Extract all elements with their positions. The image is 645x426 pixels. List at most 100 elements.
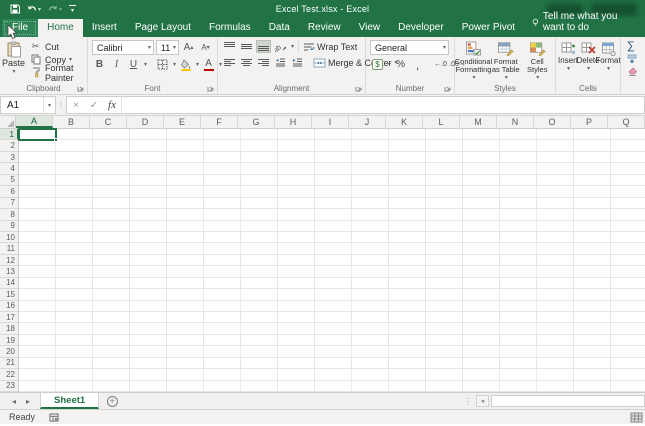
cell[interactable] [463, 129, 500, 141]
column-header-b[interactable]: B [53, 116, 90, 128]
underline-caret-icon[interactable]: ▾ [144, 61, 147, 68]
cell[interactable] [352, 231, 389, 244]
cell[interactable] [167, 312, 204, 324]
cell[interactable] [93, 174, 130, 187]
accounting-caret-icon[interactable]: ▾ [388, 61, 391, 68]
cell[interactable] [463, 174, 500, 187]
row-header-11[interactable]: 11 [0, 243, 19, 255]
insert-cells-button[interactable]: Insert ▾ [558, 40, 578, 82]
cell[interactable] [611, 129, 645, 141]
cell[interactable] [19, 323, 56, 335]
cell[interactable] [167, 129, 204, 141]
cell[interactable] [426, 266, 463, 278]
cell[interactable] [278, 254, 315, 267]
cell[interactable] [315, 129, 352, 141]
name-box-caret-icon[interactable]: ▾ [42, 97, 55, 113]
cell[interactable] [611, 174, 645, 187]
cell[interactable] [19, 277, 56, 290]
increase-indent-button[interactable] [290, 56, 305, 69]
cell[interactable] [56, 151, 93, 164]
cell[interactable] [278, 300, 315, 312]
cell[interactable] [500, 186, 537, 198]
clear-icon[interactable] [627, 66, 638, 76]
cell[interactable] [389, 266, 426, 278]
paste-caret-icon[interactable]: ▾ [13, 68, 16, 75]
enter-button[interactable]: ✓ [85, 100, 103, 111]
row-header-19[interactable]: 19 [0, 334, 19, 347]
cell[interactable] [315, 151, 352, 164]
percent-style-button[interactable]: % [393, 58, 408, 71]
cell[interactable] [278, 289, 315, 301]
cell[interactable] [204, 277, 241, 290]
cell[interactable] [130, 231, 167, 244]
cell[interactable] [56, 220, 93, 232]
cell[interactable] [611, 151, 645, 164]
cut-button[interactable]: ✂ Cut [28, 40, 85, 53]
column-header-a[interactable]: A [16, 116, 53, 128]
cell[interactable] [130, 266, 167, 278]
cell[interactable] [93, 266, 130, 278]
row-header-2[interactable]: 2 [0, 140, 19, 152]
cell[interactable] [574, 254, 611, 267]
cell[interactable] [241, 289, 278, 301]
cell[interactable] [389, 312, 426, 324]
cell[interactable] [204, 243, 241, 255]
cell[interactable] [426, 174, 463, 187]
column-header-j[interactable]: J [349, 116, 386, 128]
align-right-button[interactable] [256, 56, 271, 69]
row-header-22[interactable]: 22 [0, 369, 19, 381]
cell[interactable] [56, 346, 93, 358]
cell[interactable] [426, 186, 463, 198]
ribbon-tab-developer[interactable]: Developer [389, 19, 453, 37]
cell[interactable] [315, 220, 352, 232]
scroll-left-button[interactable]: ◂ [476, 395, 489, 407]
cell[interactable] [241, 220, 278, 232]
cell[interactable] [352, 357, 389, 370]
cell[interactable] [241, 231, 278, 244]
cell[interactable] [56, 380, 93, 393]
insert-function-button[interactable]: fx [103, 99, 121, 111]
cell[interactable] [315, 346, 352, 358]
cell[interactable] [204, 289, 241, 301]
cell[interactable] [389, 300, 426, 312]
cancel-button[interactable]: × [67, 100, 85, 111]
cell[interactable] [130, 277, 167, 290]
ribbon-tab-home[interactable]: Home [38, 19, 83, 37]
cell[interactable] [204, 357, 241, 370]
cell[interactable] [167, 220, 204, 232]
cell[interactable] [537, 197, 574, 210]
cell[interactable] [56, 209, 93, 221]
cell[interactable] [574, 266, 611, 278]
column-header-p[interactable]: P [571, 116, 608, 128]
row-header-8[interactable]: 8 [0, 209, 19, 221]
row-header-21[interactable]: 21 [0, 357, 19, 370]
cell[interactable] [241, 300, 278, 312]
cell[interactable] [537, 186, 574, 198]
row-header-18[interactable]: 18 [0, 323, 19, 335]
cell[interactable] [352, 186, 389, 198]
bottom-align-button[interactable] [256, 40, 271, 53]
customize-quick-access-button[interactable]: ▾ [69, 4, 77, 14]
ribbon-tab-review[interactable]: Review [299, 19, 350, 37]
cell[interactable] [241, 334, 278, 347]
cell[interactable] [574, 369, 611, 381]
new-sheet-button[interactable]: + [99, 393, 125, 409]
font-dialog-launcher-icon[interactable] [207, 84, 215, 92]
cell[interactable] [93, 209, 130, 221]
cell[interactable] [537, 277, 574, 290]
cell[interactable] [93, 357, 130, 370]
cell[interactable] [56, 312, 93, 324]
cell[interactable] [611, 380, 645, 393]
cell[interactable] [500, 254, 537, 267]
autosum-button[interactable]: ∑ [627, 40, 643, 52]
cell[interactable] [611, 323, 645, 335]
cell[interactable] [574, 277, 611, 290]
cell[interactable] [389, 174, 426, 187]
column-header-c[interactable]: C [90, 116, 127, 128]
cell[interactable] [500, 220, 537, 232]
cell[interactable] [574, 334, 611, 347]
cell[interactable] [130, 369, 167, 381]
wrap-text-button[interactable]: Wrap Text [303, 40, 357, 53]
format-as-table-button[interactable]: Format as Table ▾ [490, 40, 522, 82]
ribbon-tab-formulas[interactable]: Formulas [200, 19, 260, 37]
